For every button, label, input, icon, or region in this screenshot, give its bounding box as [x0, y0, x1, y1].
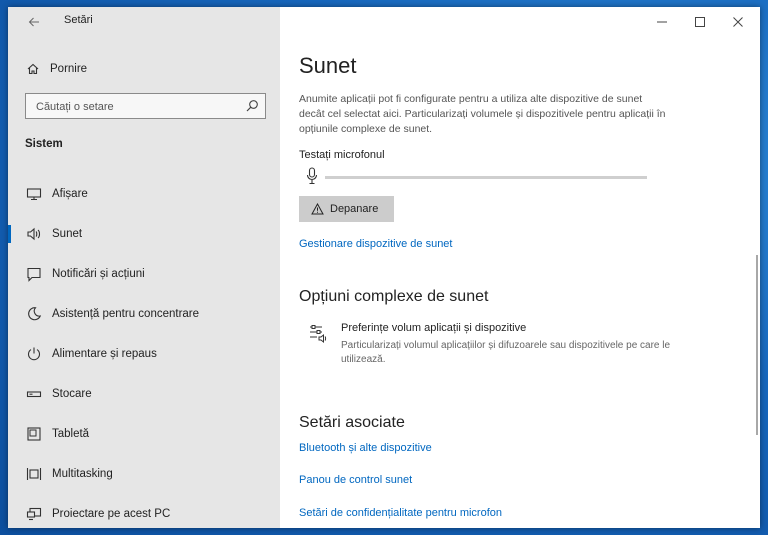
- warning-icon: [311, 203, 324, 215]
- close-button[interactable]: [720, 11, 756, 33]
- sidebar-item-sound[interactable]: Sunet: [8, 217, 280, 251]
- sidebar: Setări Pornire Sistem Afișare: [8, 7, 280, 528]
- main-content: Sunet Anumite aplicații pot fi configura…: [280, 7, 760, 528]
- mic-level-bar: [325, 176, 647, 179]
- microphone-icon: [306, 167, 318, 185]
- sidebar-item-label: Stocare: [52, 388, 92, 400]
- sidebar-item-label: Notificări și acțiuni: [52, 268, 145, 280]
- troubleshoot-button[interactable]: Depanare: [299, 196, 394, 222]
- power-icon: [27, 347, 41, 361]
- sidebar-item-display[interactable]: Afișare: [8, 177, 280, 211]
- back-arrow-icon: [28, 17, 39, 27]
- mic-test-label: Testați microfonul: [299, 149, 385, 161]
- multitasking-icon: [26, 468, 42, 480]
- maximize-button[interactable]: [682, 11, 718, 33]
- search-box[interactable]: [25, 93, 266, 119]
- sidebar-item-label: Asistență pentru concentrare: [52, 308, 200, 320]
- sidebar-item-storage[interactable]: Stocare: [8, 377, 280, 411]
- back-button[interactable]: [22, 10, 46, 34]
- sidebar-item-label: Proiectare pe acest PC: [52, 508, 171, 520]
- sidebar-item-home[interactable]: Pornire: [26, 59, 87, 79]
- maximize-icon: [695, 17, 705, 27]
- sidebar-item-label: Multitasking: [52, 468, 113, 480]
- page-description: Anumite aplicații pot fi configurate pen…: [299, 93, 666, 135]
- related-settings-heading: Setări asociate: [299, 414, 405, 431]
- pref-description: Particularizați volumul aplicațiilor și …: [341, 340, 671, 365]
- projecting-icon: [26, 507, 42, 521]
- mixer-icon: [310, 325, 327, 344]
- bluetooth-link[interactable]: Bluetooth și alte dispozitive: [299, 442, 432, 454]
- close-icon: [733, 17, 743, 27]
- monitor-icon: [26, 188, 42, 201]
- app-title: Setări: [64, 14, 93, 26]
- storage-icon: [26, 391, 42, 398]
- manage-sound-devices-link[interactable]: Gestionare dispozitive de sunet: [299, 238, 452, 250]
- sidebar-item-label: Afișare: [52, 188, 88, 200]
- sidebar-item-label: Alimentare și repaus: [52, 348, 157, 360]
- advanced-sound-heading: Opțiuni complexe de sunet: [299, 288, 489, 305]
- microphone-privacy-link[interactable]: Setări de confidențialitate pentru micro…: [299, 507, 502, 519]
- troubleshoot-label: Depanare: [330, 203, 379, 215]
- settings-window: Setări Pornire Sistem Afișare: [8, 7, 760, 528]
- sidebar-item-tablet[interactable]: Tabletă: [8, 417, 280, 451]
- sidebar-item-power[interactable]: Alimentare și repaus: [8, 337, 280, 371]
- sidebar-item-label: Tabletă: [52, 428, 90, 440]
- moon-icon: [28, 307, 42, 321]
- page-title: Sunet: [299, 53, 357, 78]
- sidebar-item-projecting[interactable]: Proiectare pe acest PC: [8, 497, 280, 528]
- notification-icon: [27, 267, 41, 282]
- active-indicator: [8, 225, 11, 243]
- sidebar-item-label: Sunet: [52, 228, 83, 240]
- speaker-icon: [27, 227, 41, 241]
- scrollbar[interactable]: [756, 255, 758, 435]
- search-icon: [246, 100, 258, 112]
- sidebar-item-focus-assist[interactable]: Asistență pentru concentrare: [8, 297, 280, 331]
- sidebar-item-label: Pornire: [50, 63, 88, 75]
- minimize-button[interactable]: [644, 11, 680, 33]
- home-icon: [27, 63, 39, 75]
- minimize-icon: [657, 21, 667, 23]
- search-input[interactable]: [34, 98, 238, 116]
- tablet-icon: [27, 427, 41, 441]
- section-label: Sistem: [25, 138, 63, 150]
- sidebar-item-notifications[interactable]: Notificări și acțiuni: [8, 257, 280, 291]
- pref-title: Preferințe volum aplicații și dispozitiv…: [341, 322, 527, 334]
- sidebar-item-multitasking[interactable]: Multitasking: [8, 457, 280, 491]
- sound-control-panel-link[interactable]: Panou de control sunet: [299, 474, 412, 486]
